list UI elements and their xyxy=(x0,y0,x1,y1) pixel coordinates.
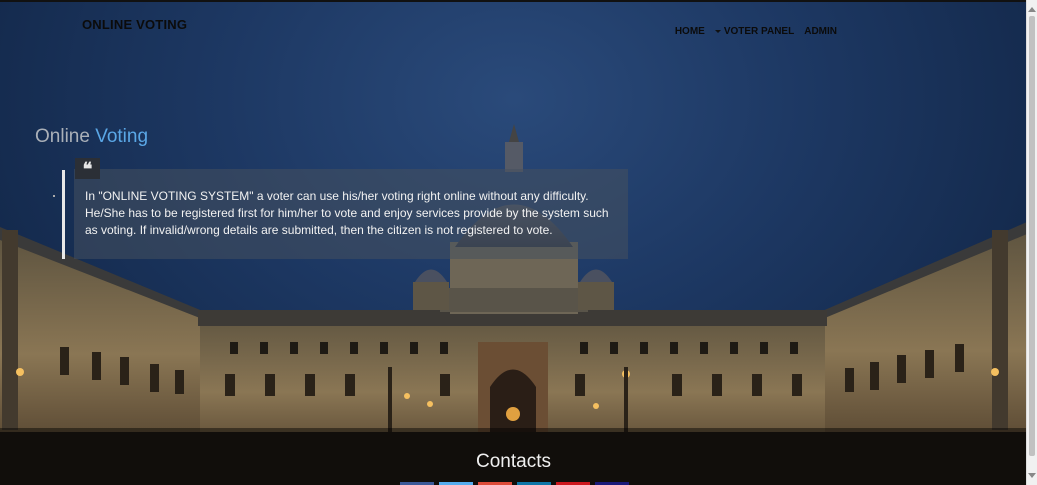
caret-down-icon xyxy=(714,29,721,33)
hero-title: Online Voting xyxy=(35,126,148,148)
page: ONLINE VOTING HOME VOTER PANEL ADMIN Onl… xyxy=(0,0,1027,485)
nav-admin[interactable]: ADMIN xyxy=(804,26,837,37)
contacts-heading: Contacts xyxy=(476,451,551,472)
bullet-marker xyxy=(53,195,55,197)
brand-title[interactable]: ONLINE VOTING xyxy=(82,17,187,32)
nav-menu: HOME VOTER PANEL ADMIN xyxy=(675,26,837,37)
hero-title-part2: Voting xyxy=(95,126,149,147)
nav-voter-panel-label: VOTER PANEL xyxy=(723,26,795,37)
hero-title-part1: Online xyxy=(35,126,96,147)
nav-voter-panel[interactable]: VOTER PANEL xyxy=(714,26,795,37)
navbar: ONLINE VOTING HOME VOTER PANEL ADMIN xyxy=(0,2,1027,62)
scrollbar-thumb[interactable] xyxy=(1029,16,1035,456)
nav-home[interactable]: HOME xyxy=(675,26,705,37)
quote-text: In "ONLINE VOTING SYSTEM" a voter can us… xyxy=(85,189,609,237)
quote-border xyxy=(62,170,65,259)
quote-icon: ❝ xyxy=(75,158,100,180)
scrollbar[interactable] xyxy=(1026,0,1037,485)
scroll-down-arrow-icon[interactable] xyxy=(1028,473,1036,478)
scroll-up-arrow-icon[interactable] xyxy=(1028,7,1036,12)
